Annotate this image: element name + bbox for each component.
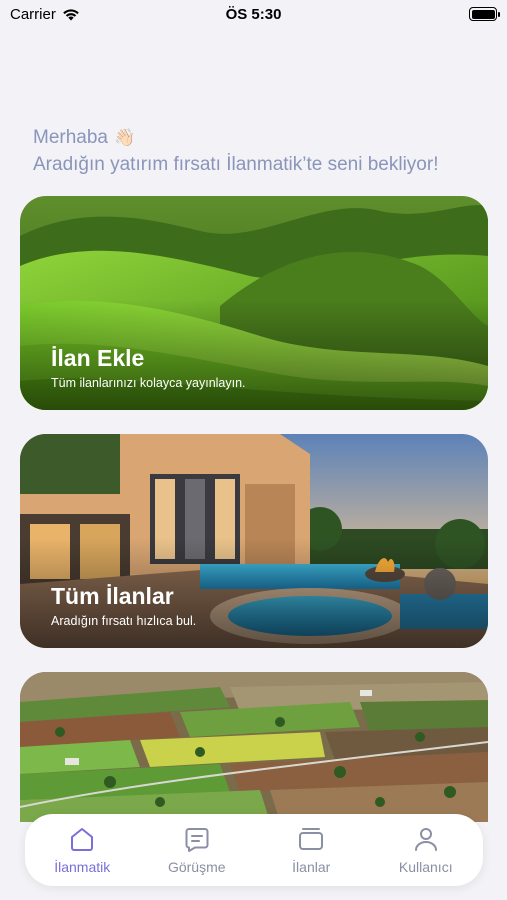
farmland-card[interactable]: [20, 672, 488, 822]
tab-gorusme-label: Görüşme: [167, 859, 226, 875]
chat-icon: [185, 828, 209, 852]
tab-kullanici-label: Kullanıcı: [398, 859, 453, 875]
battery-icon: [469, 7, 500, 21]
home-icon: [71, 828, 94, 851]
all-listings-subtitle: Aradığın fırsatı hızlıca bul.: [51, 614, 197, 628]
all-listings-title: Tüm İlanlar: [51, 583, 174, 609]
tab-ilanlar-label: İlanlar: [292, 859, 331, 875]
greeting: Merhaba 👋🏻 Aradığın yatırım fırsatı İlan…: [33, 124, 439, 178]
add-listing-card[interactable]: İlan Ekle Tüm ilanlarınızı kolayca yayın…: [20, 196, 488, 410]
add-listing-title: İlan Ekle: [51, 345, 145, 371]
tab-kullanici[interactable]: Kullanıcı: [371, 825, 481, 875]
waving-hand-icon: 👋🏻: [114, 128, 136, 147]
tab-bar: İlanmatik Görüşme İlanlar Kullanıcı: [25, 814, 483, 886]
listings-icon: [299, 828, 324, 850]
all-listings-card[interactable]: Tüm İlanlar Aradığın fırsatı hızlıca bul…: [20, 434, 488, 648]
user-icon: [414, 828, 437, 851]
add-listing-subtitle: Tüm ilanlarınızı kolayca yayınlayın.: [51, 376, 246, 390]
greeting-hello: Merhaba: [33, 127, 108, 148]
tab-gorusme[interactable]: Görüşme: [142, 825, 252, 875]
tab-ilanlar[interactable]: İlanlar: [256, 825, 366, 875]
status-bar: Carrier ÖS 5:30: [0, 0, 507, 30]
tab-ilanmatik-label: İlanmatik: [54, 859, 111, 875]
greeting-message: Aradığın yatırım fırsatı İlanmatik’te se…: [33, 154, 439, 175]
status-time: ÖS 5:30: [225, 6, 282, 23]
tab-ilanmatik[interactable]: İlanmatik: [27, 825, 137, 875]
farmland-image: [20, 672, 488, 822]
